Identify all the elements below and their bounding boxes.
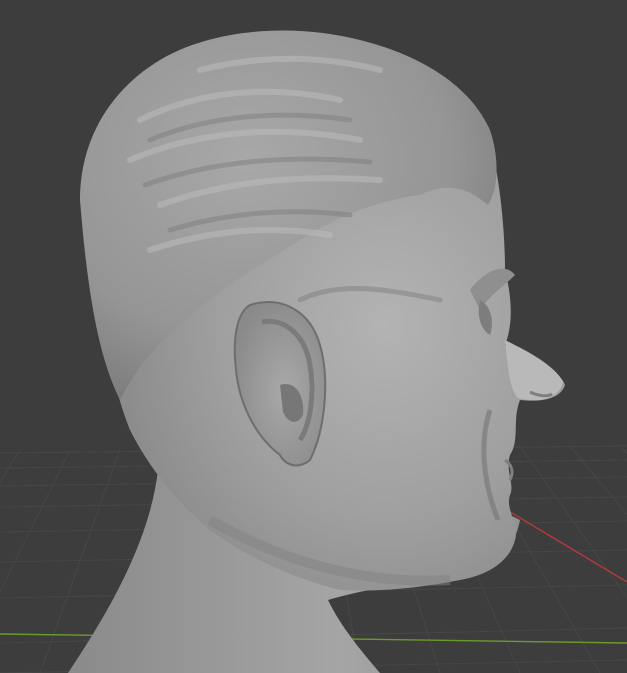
head-mesh[interactable] [68,30,565,673]
nose [505,340,563,401]
viewport-canvas[interactable] [0,0,627,673]
3d-viewport[interactable] [0,0,627,673]
